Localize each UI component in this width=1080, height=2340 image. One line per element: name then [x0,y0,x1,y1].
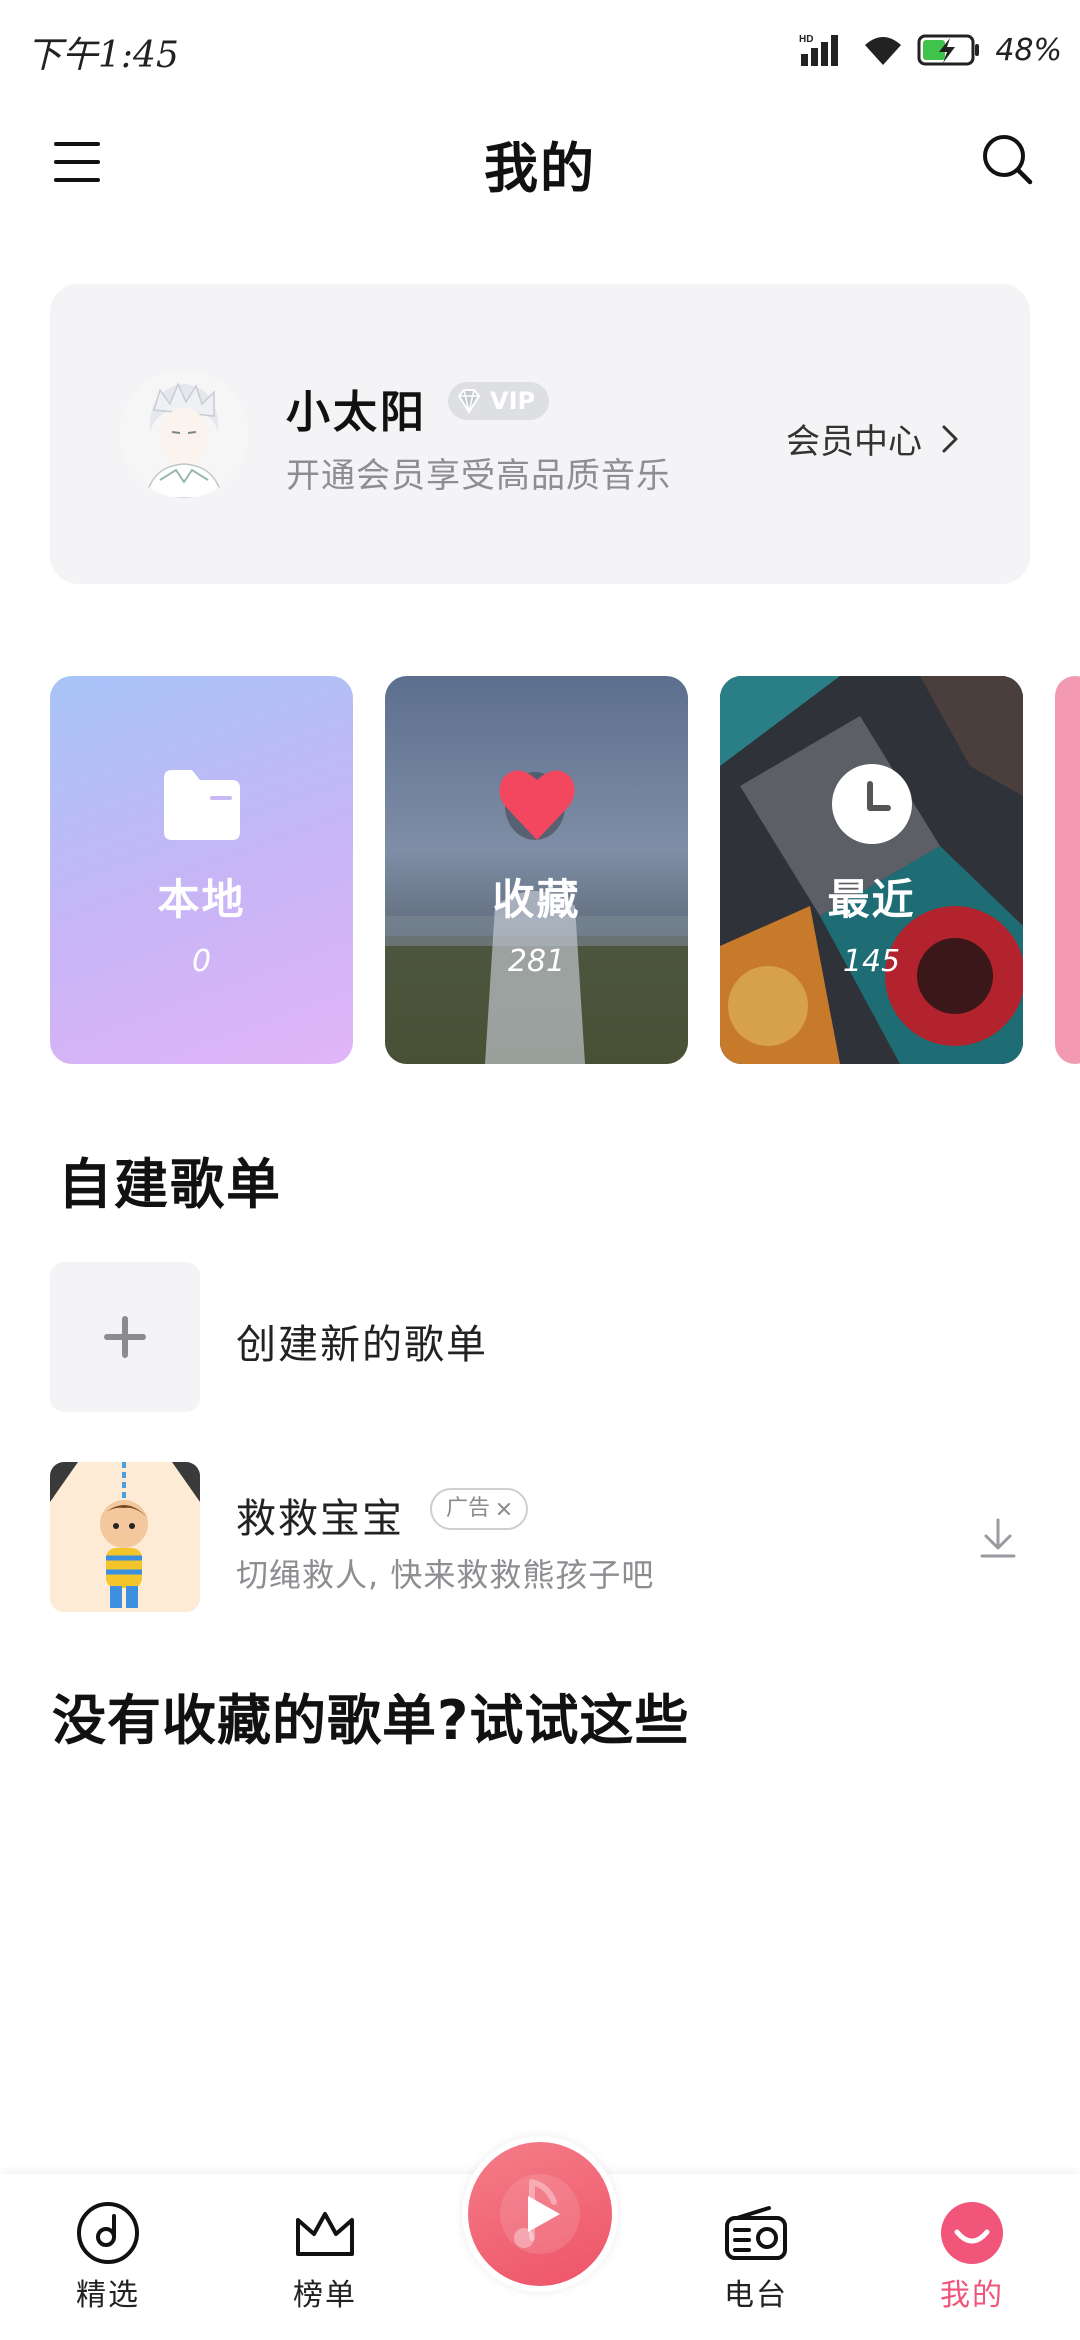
nav-label: 榜单 [293,2278,357,2313]
plus-icon [104,1316,146,1358]
battery-icon [917,34,980,66]
close-icon[interactable] [496,1501,512,1517]
now-playing-disc [468,2142,612,2286]
signal-icon: HD [799,34,839,66]
tile-label: 收藏 [492,875,581,924]
avatar-image [120,370,248,498]
download-icon [980,1518,1016,1558]
tile-label: 本地 [157,875,246,924]
svg-text:HD: HD [799,34,813,45]
radio-icon [725,2206,787,2260]
ad-tag-label: 广告 [446,1496,491,1521]
disc-icon [77,2202,139,2264]
ad-thumbnail[interactable] [50,1462,200,1612]
member-center-label: 会员中心 [786,422,922,462]
nav-label: 电台 [724,2278,788,2313]
tile-count: 0 [191,944,212,979]
tile-count: 145 [842,944,901,979]
folder-icon [163,770,240,840]
ad-game-image [50,1462,200,1612]
clock-icon [831,764,912,844]
page-title: 我的 [484,137,596,200]
status-icons: HD 48% [799,28,1062,72]
profile-card[interactable]: 小太阳 VIP 开通会员享受高品质音乐 会员中心 [50,284,1030,584]
status-bar: 下午1:45 HD 48% [0,0,1080,100]
tile-count: 281 [507,944,566,979]
suggest-section-title: 没有收藏的歌单?试试这些 [52,1689,690,1752]
ad-title: 救救宝宝 [236,1496,404,1542]
create-playlist-box[interactable] [50,1262,200,1412]
nav-label: 我的 [940,2278,1004,2313]
nav-item-charts[interactable]: 榜单 [255,2200,395,2320]
ad-tag[interactable]: 广告 [430,1488,529,1530]
wifi-icon [865,37,902,65]
vip-badge-label: VIP [490,387,536,415]
avatar[interactable] [120,370,248,498]
play-icon [500,2174,580,2254]
smile-icon [941,2202,1003,2264]
tile-recent[interactable]: 最近 145 [720,676,1023,1064]
tile-label: 最近 [827,875,916,924]
chevron-right-icon [942,425,958,452]
search-icon [983,135,1033,185]
search-button[interactable] [976,128,1040,192]
nav-item-mine[interactable]: 我的 [902,2200,1042,2320]
vip-badge[interactable]: VIP [448,382,550,420]
status-time: 下午1:45 [26,35,179,76]
create-playlist-row[interactable]: 创建新的歌单 [50,1262,1030,1412]
download-button[interactable] [974,1514,1022,1562]
battery-percent: 48% [995,32,1062,68]
nav-item-radio[interactable]: 电台 [686,2200,826,2320]
heart-icon [498,770,575,840]
section-title-playlists: 自建歌单 [58,1153,282,1216]
tile-next-peek[interactable] [1055,676,1080,1064]
top-bar: 我的 [0,110,1080,210]
crown-icon [296,2212,354,2256]
tile-local-music[interactable]: 本地 0 [50,676,353,1064]
member-center-link[interactable]: 会员中心 [786,414,960,463]
nav-label: 精选 [76,2278,140,2313]
ad-subtitle: 切绳救人, 快来救救熊孩子吧 [236,1556,655,1594]
tile-favorites[interactable]: 收藏 281 [385,676,688,1064]
user-name: 小太阳 [286,387,427,438]
nav-item-featured[interactable]: 精选 [38,2200,178,2320]
now-playing-button[interactable] [462,2136,618,2292]
vip-promo-text: 开通会员享受高品质音乐 [286,456,671,496]
create-playlist-label: 创建新的歌单 [236,1322,488,1368]
library-tiles: 本地 0 收藏 281 最近 145 [50,676,1080,1066]
diamond-icon [457,389,481,414]
ad-row[interactable]: 救救宝宝 广告 切绳救人, 快来救救熊孩子吧 [50,1462,1030,1612]
